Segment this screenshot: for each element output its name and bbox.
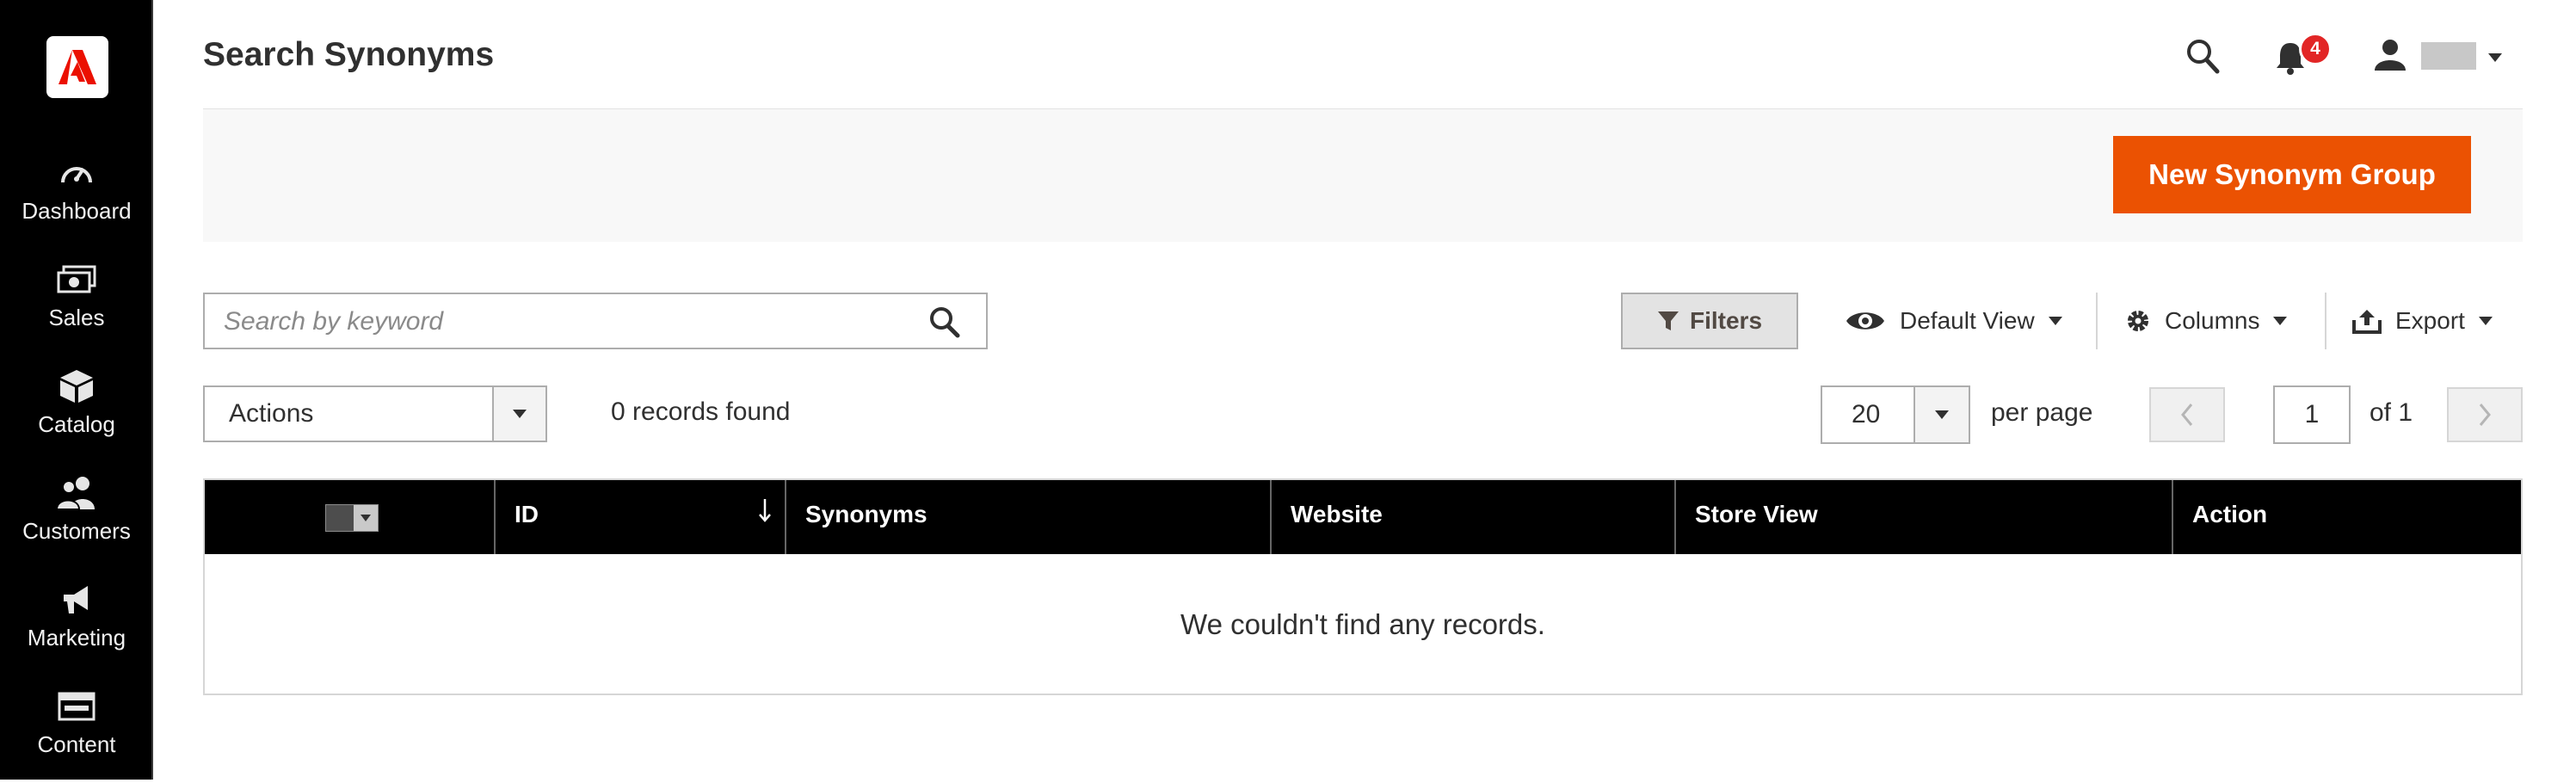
chevron-down-icon bbox=[2488, 53, 2502, 62]
sidebar-item-label: Marketing bbox=[27, 625, 126, 650]
mass-actions-label: Actions bbox=[229, 399, 314, 428]
sidebar-item-label: Catalog bbox=[38, 411, 115, 437]
column-header-label: Website bbox=[1291, 501, 1383, 527]
empty-grid-message: We couldn't find any records. bbox=[1180, 608, 1545, 640]
current-page-input[interactable] bbox=[2273, 385, 2351, 444]
sales-money-icon bbox=[57, 262, 96, 298]
sidebar-item-dashboard[interactable]: Dashboard bbox=[0, 155, 153, 250]
column-header-id[interactable]: ID bbox=[496, 480, 785, 554]
sidebar-item-sales[interactable]: Sales bbox=[0, 262, 153, 356]
per-page-select[interactable]: 20 bbox=[1821, 385, 1970, 444]
filters-label: Filters bbox=[1689, 307, 1763, 334]
notification-count-badge[interactable]: 4 bbox=[2299, 33, 2332, 65]
toolbar-divider bbox=[2096, 293, 2098, 349]
page-title: Search Synonyms bbox=[203, 36, 495, 73]
export-upload-icon bbox=[2352, 310, 2382, 334]
export-label: Export bbox=[2395, 307, 2465, 334]
columns-label: Columns bbox=[2165, 307, 2260, 334]
chevron-down-icon bbox=[492, 387, 545, 441]
chevron-down-icon bbox=[2048, 317, 2062, 325]
search-icon[interactable] bbox=[2185, 38, 2220, 78]
column-header-label: ID bbox=[515, 501, 539, 527]
column-header-store-view[interactable]: Store View bbox=[1676, 480, 2173, 554]
sidebar-item-content[interactable]: Content bbox=[0, 688, 153, 783]
search-input[interactable] bbox=[222, 294, 914, 349]
column-header-label: Synonyms bbox=[805, 501, 927, 527]
sort-arrow-down-icon bbox=[759, 499, 771, 522]
user-account-menu[interactable] bbox=[2368, 34, 2505, 77]
dashboard-gauge-icon bbox=[59, 155, 94, 191]
column-header-select bbox=[205, 480, 494, 554]
column-header-action: Action bbox=[2173, 480, 2521, 554]
view-selector[interactable]: Default View bbox=[1845, 298, 2062, 344]
column-header-label: Store View bbox=[1695, 501, 1818, 527]
admin-sidebar: Dashboard Sales Catalog Customers Market… bbox=[0, 0, 153, 780]
synonyms-grid: ID Synonyms Website Store View Action We… bbox=[203, 478, 2523, 695]
chevron-down-icon bbox=[354, 505, 378, 531]
keyword-search-box bbox=[203, 293, 988, 349]
search-submit-icon[interactable] bbox=[919, 303, 971, 341]
adobe-logo-icon[interactable] bbox=[46, 36, 108, 98]
chevron-down-icon bbox=[2478, 317, 2493, 325]
chevron-left-icon bbox=[2181, 404, 2193, 426]
sidebar-item-label: Dashboard bbox=[22, 198, 132, 224]
filter-funnel-icon bbox=[1657, 311, 1679, 330]
sidebar-item-label: Content bbox=[37, 731, 116, 757]
export-control[interactable]: Export bbox=[2352, 298, 2493, 344]
sidebar-item-customers[interactable]: Customers bbox=[0, 475, 153, 570]
column-header-label: Action bbox=[2192, 501, 2268, 527]
sidebar-item-marketing[interactable]: Marketing bbox=[0, 582, 153, 676]
records-found-count: 0 records found bbox=[611, 398, 791, 426]
sidebar-item-label: Customers bbox=[22, 518, 131, 544]
customers-people-icon bbox=[55, 475, 98, 511]
chevron-down-icon bbox=[2273, 317, 2288, 325]
column-header-website[interactable]: Website bbox=[1272, 480, 1674, 554]
chevron-down-icon bbox=[1914, 387, 1969, 442]
gear-icon bbox=[2128, 311, 2148, 331]
mass-actions-dropdown[interactable]: Actions bbox=[203, 385, 547, 442]
content-layout-icon bbox=[58, 688, 96, 724]
view-label: Default View bbox=[1900, 307, 2035, 334]
grid-header-row: ID Synonyms Website Store View Action bbox=[205, 480, 2521, 554]
user-name-redacted bbox=[2421, 42, 2476, 70]
chevron-right-icon bbox=[2479, 404, 2491, 426]
column-header-synonyms[interactable]: Synonyms bbox=[786, 480, 1270, 554]
eye-icon bbox=[1846, 312, 1884, 330]
marketing-megaphone-icon bbox=[60, 582, 93, 618]
multiselect-checkbox-dropdown[interactable] bbox=[325, 504, 379, 532]
catalog-box-icon bbox=[59, 368, 95, 404]
total-pages-label: of 1 bbox=[2370, 398, 2413, 427]
previous-page-button[interactable] bbox=[2149, 387, 2225, 442]
per-page-label: per page bbox=[1991, 398, 2093, 427]
sidebar-item-catalog[interactable]: Catalog bbox=[0, 368, 153, 463]
next-page-button[interactable] bbox=[2447, 387, 2523, 442]
sidebar-item-label: Sales bbox=[48, 305, 105, 330]
filters-button[interactable]: Filters bbox=[1621, 293, 1798, 349]
columns-control[interactable]: Columns bbox=[2125, 298, 2288, 344]
per-page-value: 20 bbox=[1852, 400, 1881, 428]
new-synonym-group-button[interactable]: New Synonym Group bbox=[2113, 136, 2471, 213]
user-avatar-icon bbox=[2375, 40, 2406, 71]
toolbar-divider bbox=[2325, 293, 2326, 349]
